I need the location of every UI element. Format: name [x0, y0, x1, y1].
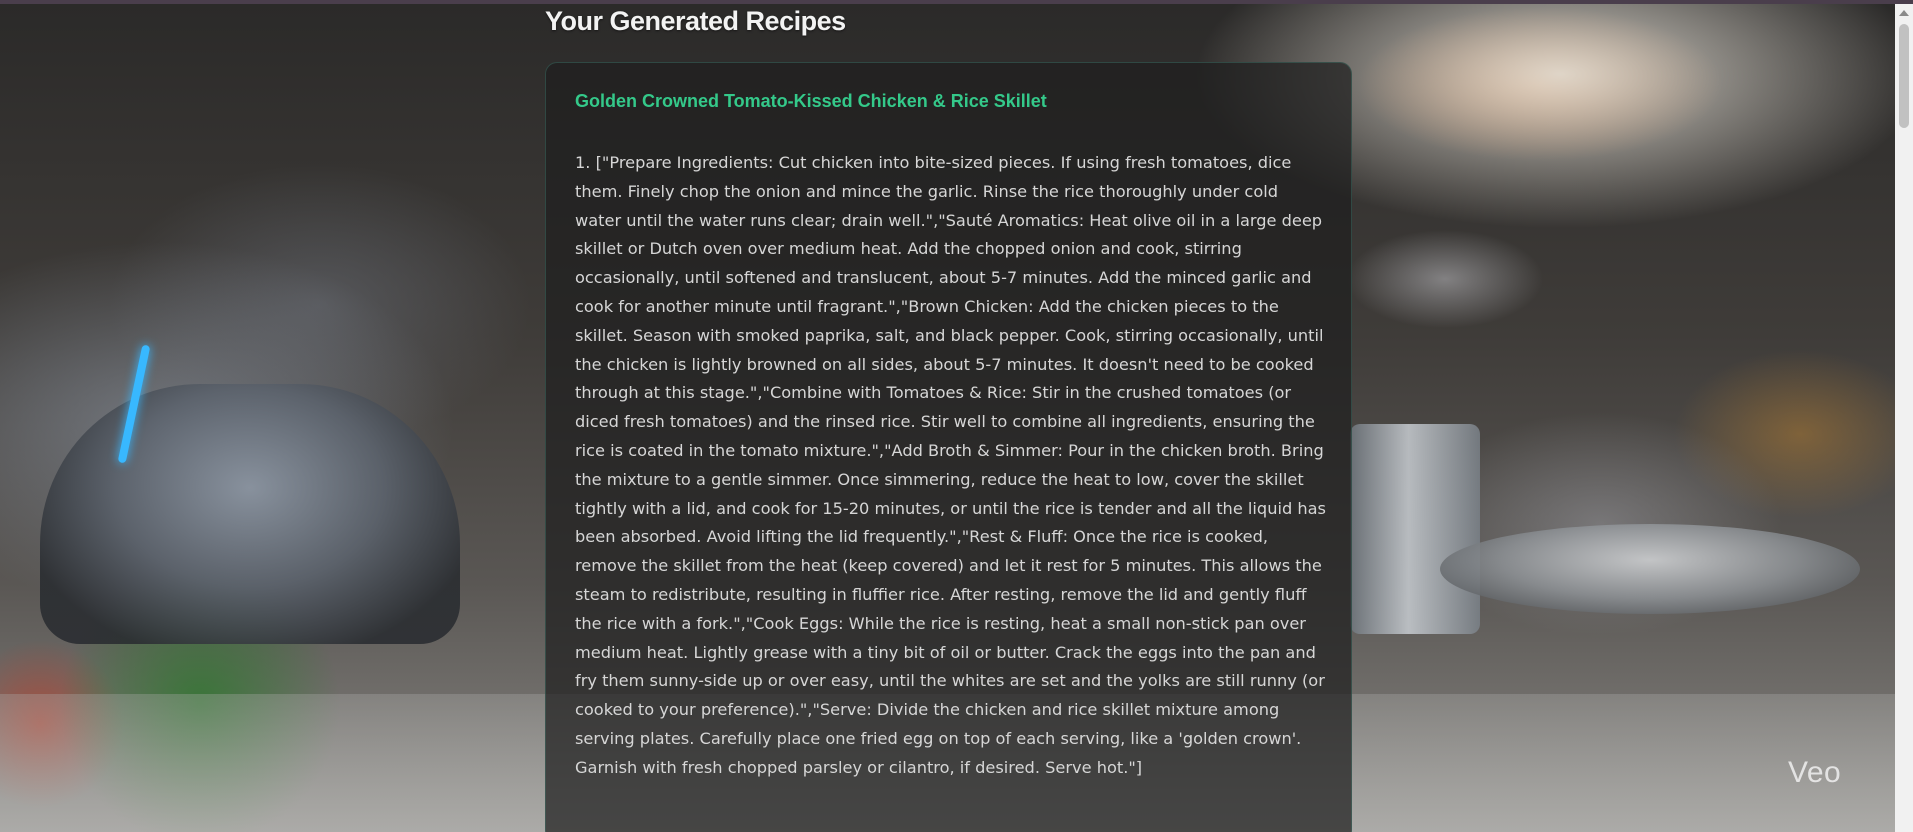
stock-pot-image	[1350, 424, 1480, 634]
page-scrollbar[interactable]	[1895, 4, 1913, 832]
recipe-card: Golden Crowned Tomato-Kissed Chicken & R…	[545, 62, 1352, 832]
app-viewport: Veo Your Generated Recipes Golden Crowne…	[0, 0, 1913, 832]
robot-arm-image	[40, 384, 460, 644]
scroll-up-icon[interactable]	[1899, 10, 1909, 16]
pan-lid-image	[1440, 524, 1860, 614]
veo-watermark: Veo	[1788, 756, 1842, 789]
page-title: Your Generated Recipes	[545, 6, 846, 36]
scroll-thumb[interactable]	[1899, 24, 1909, 128]
recipe-title: Golden Crowned Tomato-Kissed Chicken & R…	[575, 91, 1047, 111]
recipe-steps: 1. ["Prepare Ingredients: Cut chicken in…	[575, 153, 1326, 777]
